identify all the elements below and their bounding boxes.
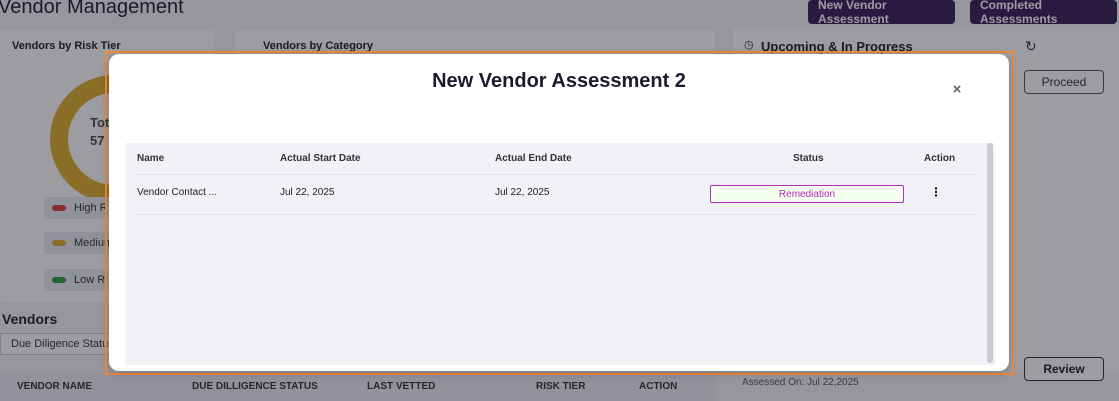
donut-total-label: Tot: [90, 115, 110, 130]
modal-table-container: Name Actual Start Date Actual End Date S…: [125, 143, 995, 365]
scrollbar-thumb[interactable]: [987, 143, 993, 363]
assessment-table: Name Actual Start Date Actual End Date S…: [136, 143, 978, 215]
status-badge: Remediation: [710, 185, 904, 203]
column-status: Status: [793, 153, 824, 164]
donut-total-value: 57: [90, 133, 105, 148]
assessment-table-header: Name Actual Start Date Actual End Date S…: [136, 143, 978, 175]
new-vendor-assessment-modal: New Vendor Assessment 2 × Name Actual St…: [109, 54, 1009, 371]
column-start-date: Actual Start Date: [280, 153, 361, 164]
row-name: Vendor Contact ...: [137, 187, 218, 198]
column-name: Name: [137, 153, 165, 164]
row-start-date: Jul 22, 2025: [280, 187, 335, 198]
close-icon[interactable]: ×: [950, 81, 964, 98]
vertical-scrollbar[interactable]: [987, 143, 993, 363]
more-options-icon[interactable]: ⋮: [930, 185, 942, 199]
modal-title: New Vendor Assessment 2: [432, 70, 686, 92]
table-row[interactable]: Vendor Contact ... Jul 22, 2025 Jul 22, …: [136, 175, 978, 215]
row-end-date: Jul 22, 2025: [495, 187, 550, 198]
column-end-date: Actual End Date: [495, 153, 572, 164]
column-action: Action: [924, 153, 956, 164]
donut-total: Tot 57: [90, 114, 109, 150]
